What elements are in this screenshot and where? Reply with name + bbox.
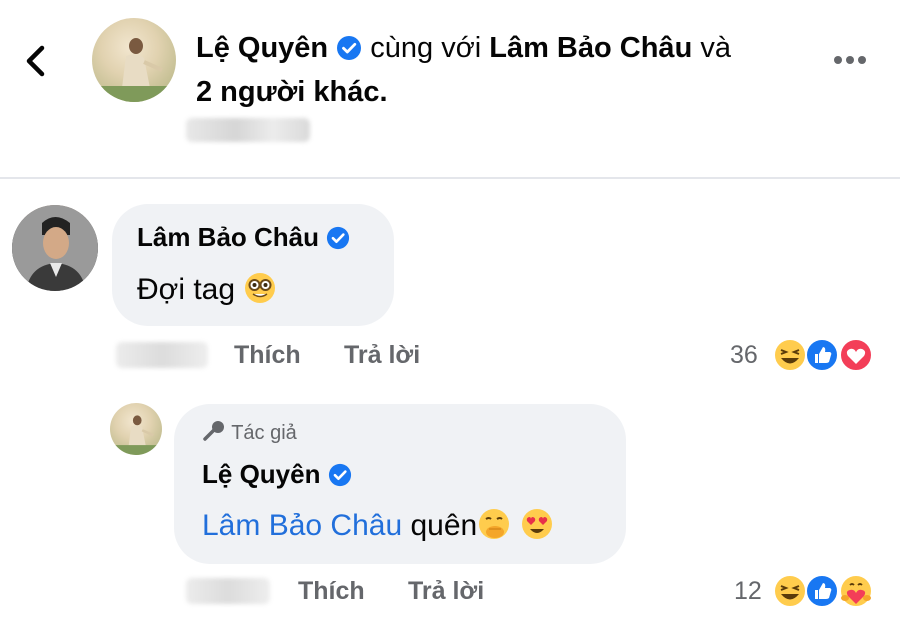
verified-badge-icon — [328, 462, 352, 494]
verified-badge-icon — [336, 34, 362, 70]
author-badge: Tác giả — [202, 420, 297, 449]
heart-eyes-emoji — [520, 507, 554, 551]
tagged-user-link[interactable]: Lâm Bảo Châu — [489, 32, 692, 64]
like-icon — [805, 574, 839, 608]
haha-icon — [773, 574, 807, 608]
care-icon — [839, 574, 873, 608]
reply-author-name[interactable]: Lệ Quyên — [202, 459, 320, 489]
reply-author-avatar[interactable] — [110, 403, 162, 455]
reply-author[interactable]: Lệ Quyên — [202, 458, 352, 494]
with-text: cùng với — [370, 32, 482, 64]
face-hand-over-mouth-emoji — [477, 507, 511, 551]
mention-link[interactable]: Lâm Bảo Châu — [202, 509, 402, 542]
author-badge-label: Tác giả — [231, 422, 297, 444]
tagged-others-link[interactable]: 2 người khác. — [196, 74, 388, 110]
reaction-count[interactable]: 36 — [730, 340, 758, 370]
reply-text: Lâm Bảo Châu quên — [202, 507, 554, 551]
more-horizontal-icon — [834, 56, 866, 64]
verified-badge-icon — [326, 225, 350, 257]
reply-timestamp-blurred — [186, 578, 270, 604]
reply-button[interactable]: Trả lời — [344, 340, 420, 370]
comment-author-name[interactable]: Lâm Bảo Châu — [137, 222, 319, 252]
comment-body: Đợi tag — [137, 273, 236, 306]
reply-button[interactable]: Trả lời — [408, 576, 484, 606]
comment-text: Đợi tag — [137, 271, 277, 315]
post-header-line: Lệ Quyên cùng với Lâm Bảo Châu và — [196, 30, 731, 70]
and-text: và — [700, 32, 731, 64]
love-icon — [839, 338, 873, 372]
reaction-icons[interactable] — [772, 336, 876, 379]
post-author-name[interactable]: Lệ Quyên — [196, 32, 328, 64]
reply-body: quên — [410, 509, 478, 542]
avatar-photo — [92, 38, 176, 102]
post-author-avatar[interactable] — [92, 18, 176, 102]
haha-icon — [773, 338, 807, 372]
more-options-button[interactable] — [830, 50, 870, 75]
like-button[interactable]: Thích — [234, 340, 301, 370]
back-button[interactable] — [22, 44, 50, 78]
commenter-avatar[interactable] — [12, 205, 98, 291]
chevron-left-icon — [26, 45, 45, 77]
microphone-icon — [202, 420, 226, 449]
divider — [0, 177, 900, 179]
reaction-count[interactable]: 12 — [734, 576, 762, 606]
comment-author[interactable]: Lâm Bảo Châu — [137, 221, 350, 257]
post-timestamp-blurred — [186, 118, 310, 142]
comment-timestamp-blurred — [116, 342, 208, 368]
like-button[interactable]: Thích — [298, 576, 365, 606]
avatar-photo — [110, 415, 162, 455]
reaction-icons[interactable] — [772, 572, 876, 615]
like-icon — [805, 338, 839, 372]
nerd-face-emoji — [243, 271, 277, 315]
avatar-photo — [12, 205, 98, 291]
